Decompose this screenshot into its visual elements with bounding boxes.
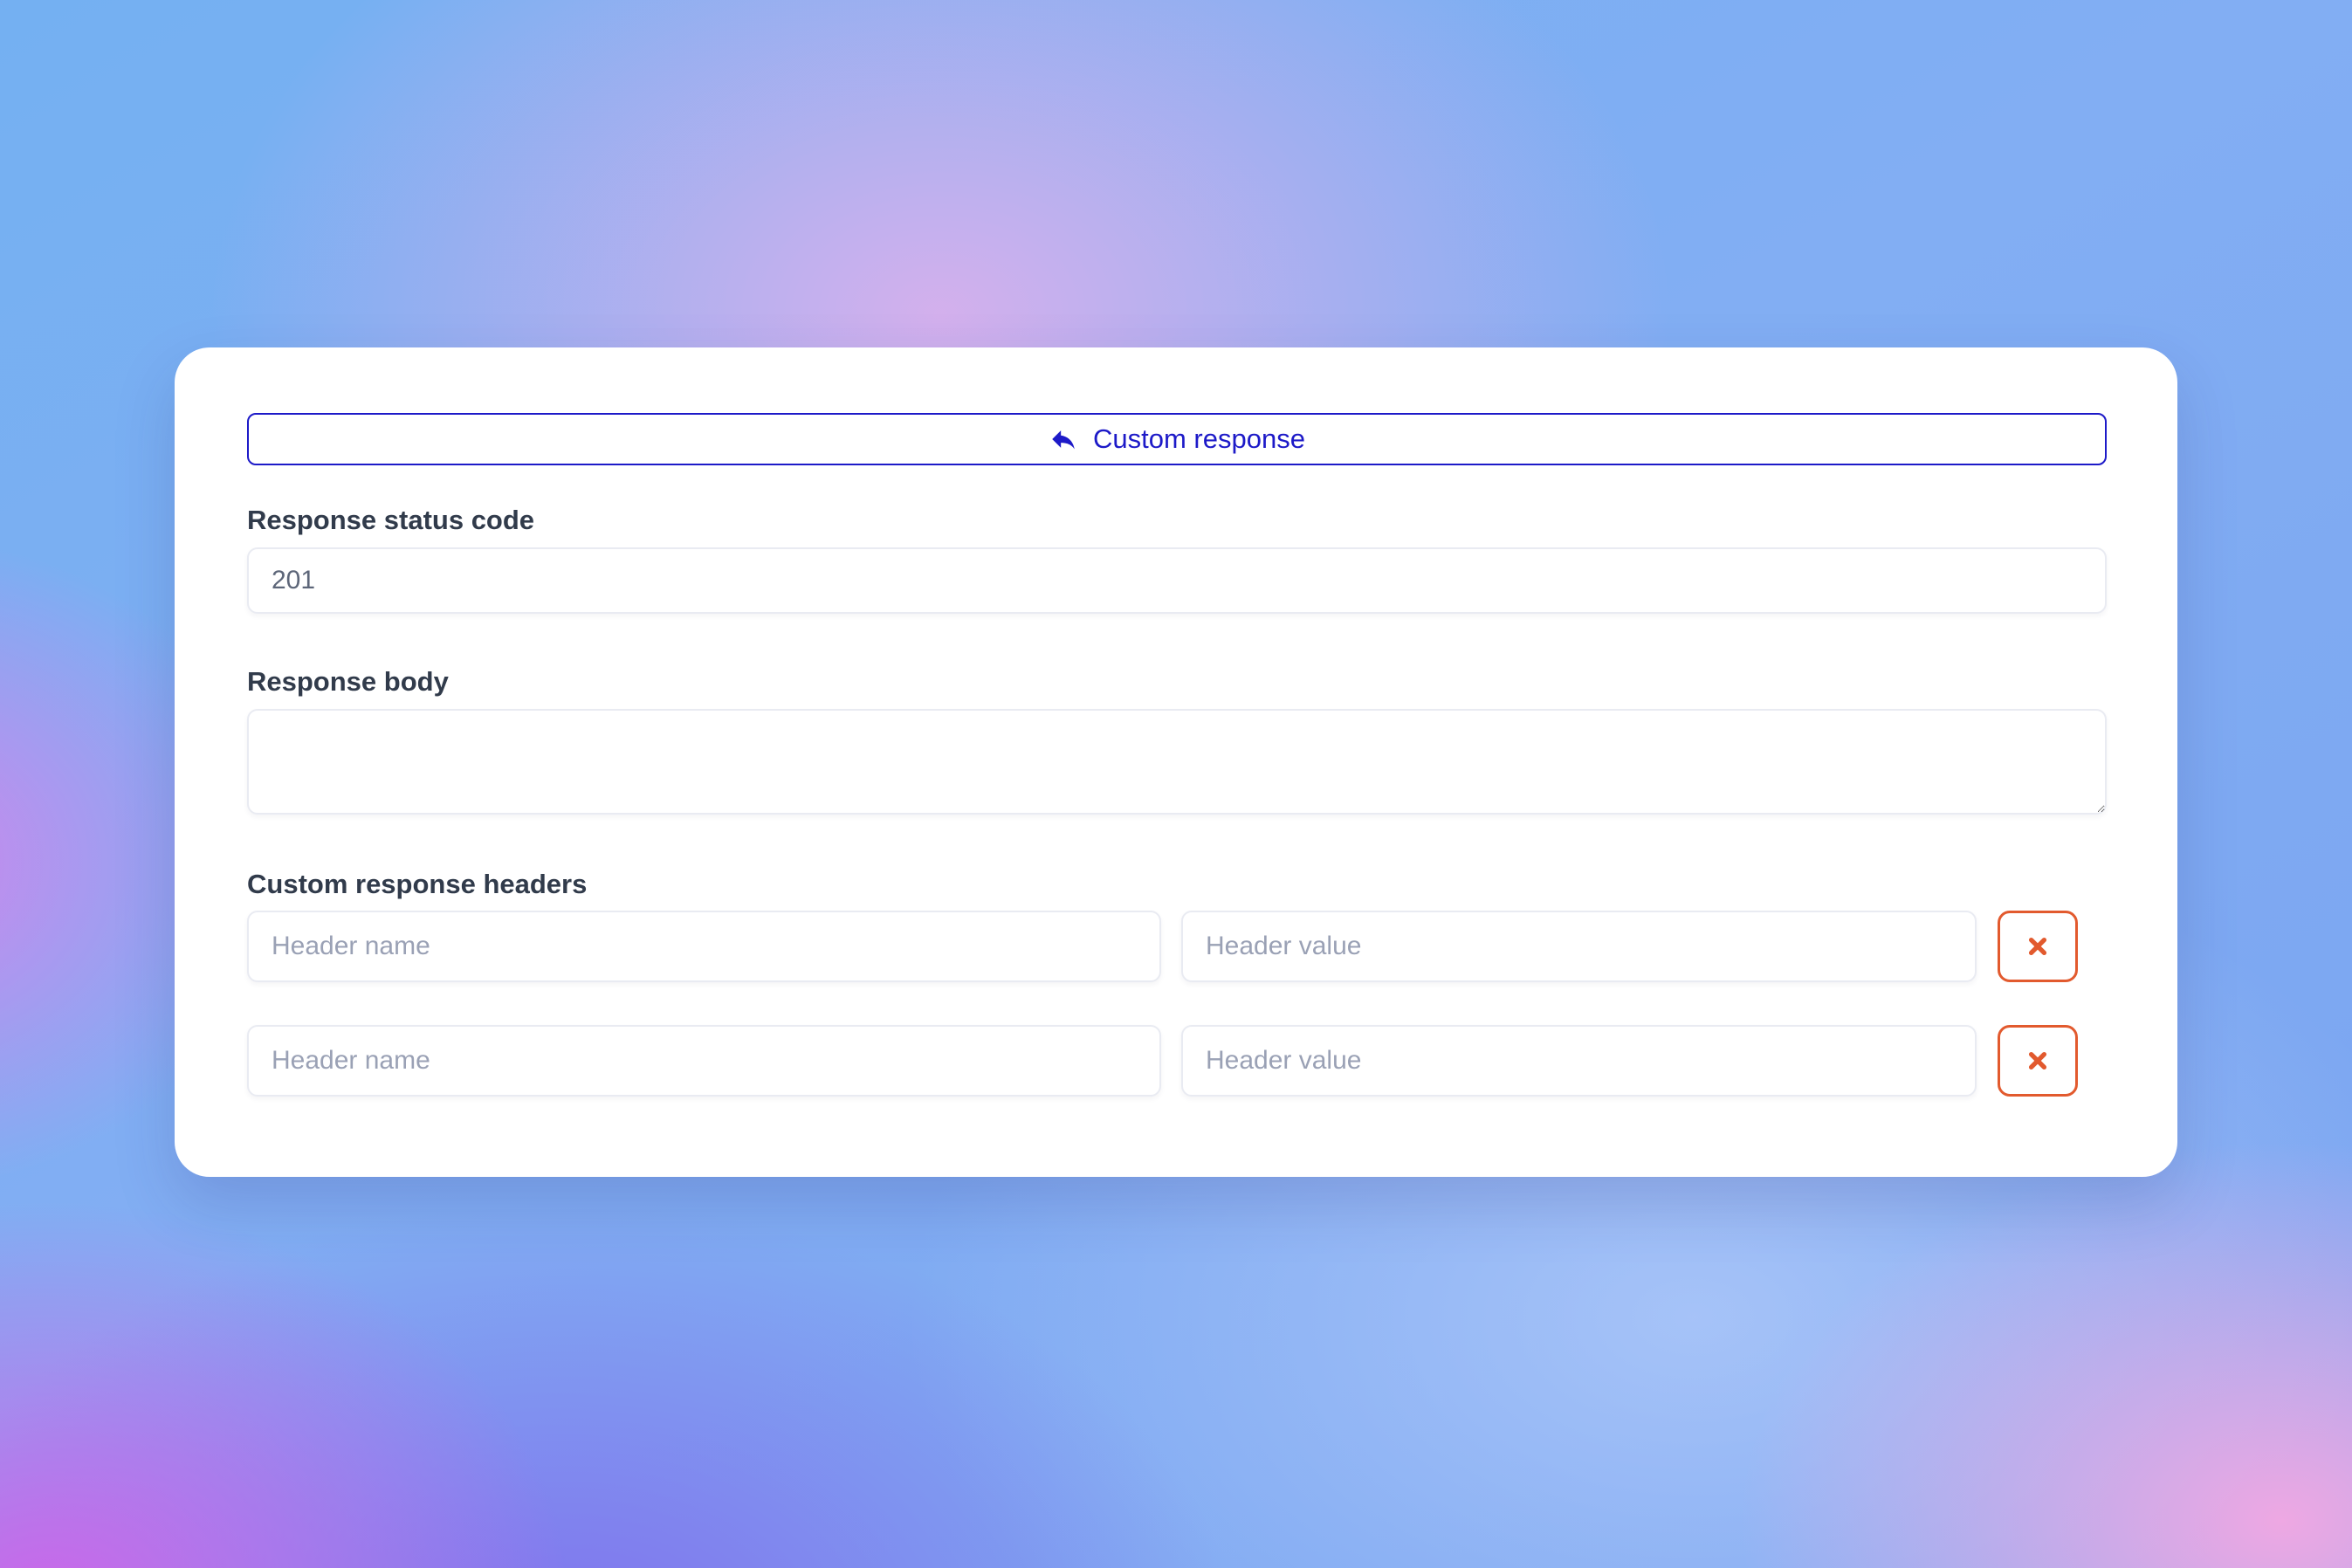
x-icon <box>2022 1045 2053 1076</box>
header-value-input[interactable] <box>1181 911 1977 982</box>
custom-response-card: Custom response Response status code Res… <box>175 347 2177 1177</box>
custom-response-button[interactable]: Custom response <box>247 413 2107 465</box>
remove-header-button[interactable] <box>1998 1025 2078 1097</box>
header-name-input[interactable] <box>247 1025 1161 1097</box>
header-row <box>247 911 2107 982</box>
header-value-input[interactable] <box>1181 1025 1977 1097</box>
header-name-input[interactable] <box>247 911 1161 982</box>
response-status-code-label: Response status code <box>247 505 2107 536</box>
response-status-code-input[interactable] <box>247 547 2107 614</box>
gradient-background: { "card": { "toggle_button": { "label": … <box>0 0 2352 1568</box>
custom-response-button-label: Custom response <box>1093 423 1305 455</box>
x-icon <box>2022 931 2053 962</box>
response-body-textarea[interactable] <box>247 709 2107 815</box>
response-body-label: Response body <box>247 666 2107 698</box>
remove-header-button[interactable] <box>1998 911 2078 982</box>
reply-icon <box>1049 424 1078 454</box>
custom-response-headers-label: Custom response headers <box>247 869 2107 900</box>
header-row <box>247 1025 2107 1097</box>
